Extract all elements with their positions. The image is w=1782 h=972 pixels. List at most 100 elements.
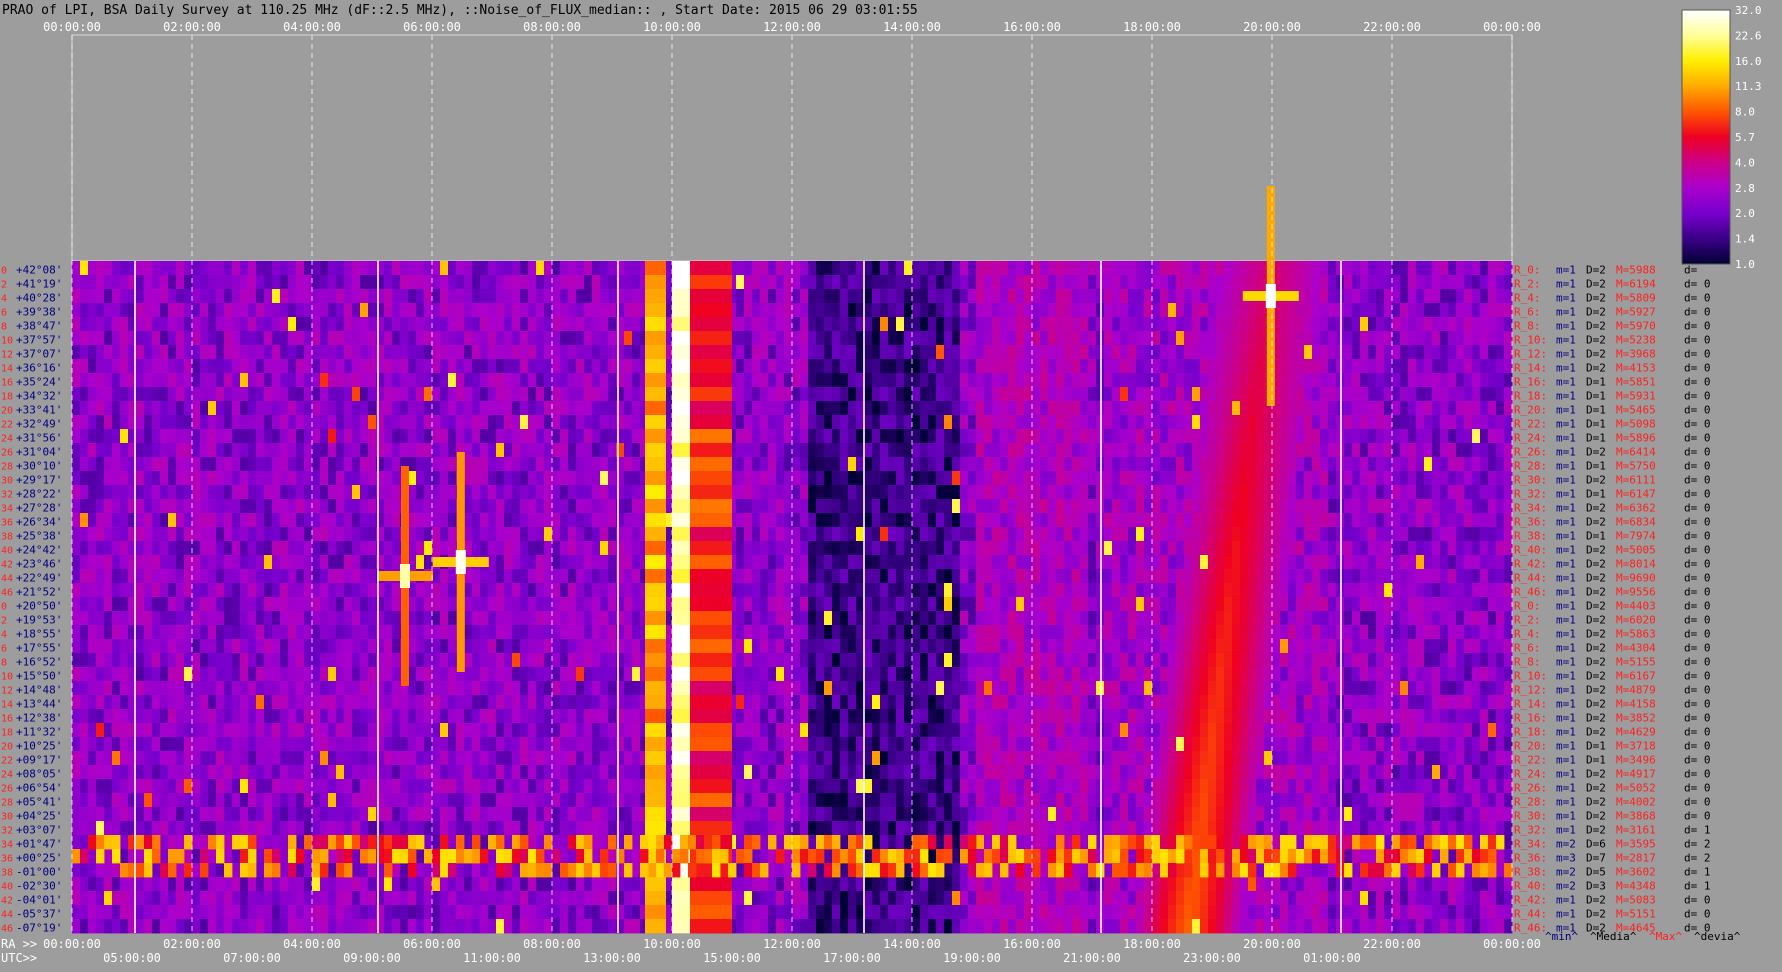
heat-cell xyxy=(904,415,913,430)
heat-cell xyxy=(568,443,577,458)
heat-cell xyxy=(1328,387,1337,402)
heat-cell xyxy=(968,555,977,570)
heat-cell xyxy=(1152,359,1161,374)
heat-cell xyxy=(792,555,801,570)
heat-cell xyxy=(176,583,185,598)
heat-cell xyxy=(496,415,505,430)
heat-cell xyxy=(304,331,313,346)
heat-cell xyxy=(416,639,425,654)
heat-cell xyxy=(520,345,529,360)
heat-cell xyxy=(1288,513,1297,528)
heat-cell xyxy=(1384,345,1393,360)
heat-cell xyxy=(960,639,969,654)
heat-cell xyxy=(104,429,113,444)
heat-cell xyxy=(440,611,449,626)
heat-cell xyxy=(512,485,521,500)
heat-cell xyxy=(504,289,513,304)
heat-cell xyxy=(520,415,529,430)
heat-cell xyxy=(1064,345,1073,360)
heat-cell xyxy=(160,373,169,388)
heat-cell xyxy=(248,373,257,388)
heat-cell xyxy=(1488,541,1497,556)
heat-cell xyxy=(880,583,889,598)
heat-cell xyxy=(560,625,569,640)
heat-cell xyxy=(528,345,537,360)
heat-cell xyxy=(880,527,889,542)
heat-cell xyxy=(1392,373,1401,388)
heat-cell xyxy=(808,513,817,528)
heat-cell xyxy=(240,401,249,416)
heat-cell xyxy=(1368,499,1377,514)
heat-cell xyxy=(968,443,977,458)
heat-cell xyxy=(456,415,465,430)
heat-cell xyxy=(1200,485,1209,500)
heat-cell xyxy=(160,499,169,514)
heat-cell xyxy=(1496,513,1505,528)
heat-cell xyxy=(1424,513,1433,528)
heat-cell xyxy=(968,317,977,332)
heat-cell xyxy=(1192,317,1201,332)
heat-cell xyxy=(288,443,297,458)
heat-cell xyxy=(1136,583,1145,598)
heat-cell xyxy=(312,555,321,570)
heat-cell xyxy=(1312,317,1321,332)
heat-cell xyxy=(584,401,593,416)
heat-cell xyxy=(1304,583,1313,598)
heat-cell xyxy=(1448,625,1457,640)
heat-cell xyxy=(368,359,377,374)
heat-cell xyxy=(600,345,609,360)
heat-cell xyxy=(112,471,121,486)
heat-cell xyxy=(1304,359,1313,374)
heat-cell xyxy=(576,387,585,402)
heat-cell xyxy=(328,457,337,472)
heat-cell xyxy=(768,597,777,612)
heat-cell xyxy=(1240,429,1249,444)
heat-cell xyxy=(176,387,185,402)
heat-cell xyxy=(832,261,841,276)
heat-cell xyxy=(488,261,497,276)
heat-cell xyxy=(920,555,929,570)
heat-cell xyxy=(856,597,865,612)
heat-cell xyxy=(1256,569,1265,584)
heat-cell xyxy=(760,569,769,584)
heat-cell xyxy=(832,611,841,626)
heat-cell xyxy=(1000,583,1009,598)
heat-cell xyxy=(352,317,361,332)
heat-cell xyxy=(1504,555,1513,570)
heat-cell xyxy=(416,513,425,528)
heat-cell xyxy=(440,513,449,528)
heat-cell xyxy=(856,401,865,416)
heat-cell xyxy=(1440,359,1449,374)
heat-cell xyxy=(464,289,473,304)
heat-cell xyxy=(1384,317,1393,332)
heat-cell xyxy=(416,443,425,458)
heat-cell xyxy=(1104,569,1113,584)
heat-cell xyxy=(840,527,849,542)
heat-cell xyxy=(848,541,857,556)
heat-cell xyxy=(1384,625,1393,640)
heat-cell xyxy=(840,471,849,486)
heat-cell xyxy=(512,303,521,318)
heat-cell xyxy=(920,639,929,654)
heat-cell xyxy=(1112,471,1121,486)
heat-cell xyxy=(504,429,513,444)
heat-cell xyxy=(1456,401,1465,416)
heat-cell xyxy=(1032,569,1041,584)
heat-cell xyxy=(432,345,441,360)
heat-cell xyxy=(1240,275,1249,290)
heat-cell xyxy=(312,639,321,654)
heat-cell xyxy=(792,597,801,612)
heat-cell xyxy=(568,471,577,486)
heat-cell xyxy=(864,275,873,290)
heat-cell xyxy=(416,373,425,388)
heat-cell xyxy=(144,289,153,304)
heat-cell xyxy=(1224,625,1233,640)
heat-cell xyxy=(1440,275,1449,290)
heat-cell xyxy=(736,345,745,360)
heat-cell xyxy=(504,625,513,640)
heat-cell xyxy=(1312,401,1321,416)
heat-cell xyxy=(816,331,825,346)
heat-cell xyxy=(96,583,105,598)
heat-cell xyxy=(192,429,201,444)
heat-cell xyxy=(568,373,577,388)
